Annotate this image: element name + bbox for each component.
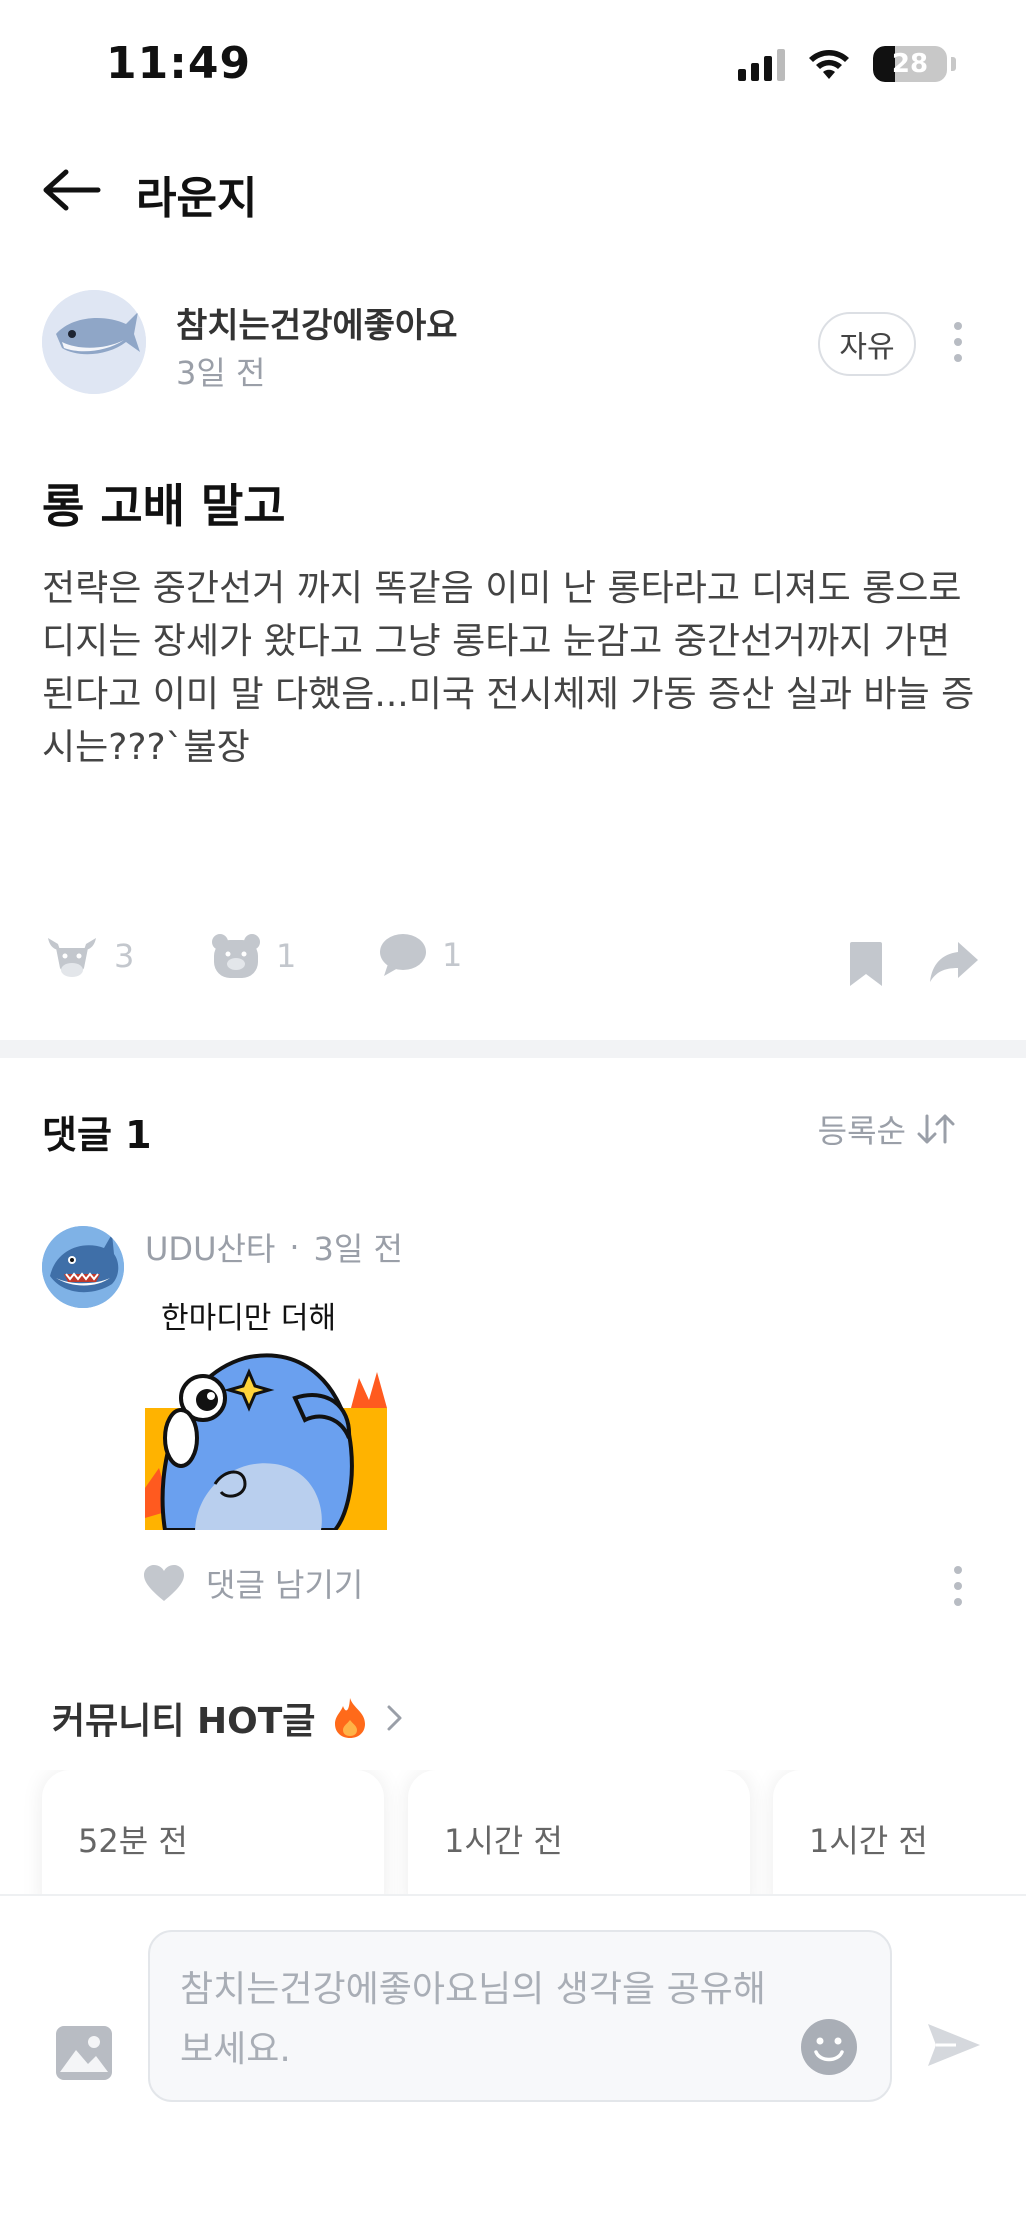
- bookmark-icon[interactable]: [848, 940, 884, 988]
- tuna-avatar-icon: [42, 290, 146, 394]
- bear-count: 1: [276, 937, 297, 975]
- chevron-right-icon: [387, 1705, 402, 1731]
- hot-posts-title: 커뮤니티 HOT글: [52, 1701, 316, 1742]
- bull-icon: [48, 938, 96, 977]
- hot-posts-header[interactable]: 커뮤니티 HOT글: [52, 1692, 405, 1744]
- sort-button[interactable]: 등록순: [818, 1106, 956, 1152]
- top-nav: 라운지: [0, 150, 1026, 230]
- send-icon[interactable]: [926, 2020, 982, 2070]
- comments-header: 댓글 1 등록순: [0, 1100, 1026, 1160]
- emoji-icon[interactable]: [800, 2018, 858, 2076]
- sort-label: 등록순: [817, 1112, 906, 1150]
- bear-icon: [212, 934, 260, 978]
- comment-count: 1: [442, 936, 463, 974]
- commenter-avatar[interactable]: [42, 1226, 124, 1308]
- sort-arrows-icon: [917, 1114, 955, 1144]
- comment-more-options-icon[interactable]: [954, 1566, 964, 1606]
- category-tag[interactable]: 자유: [818, 312, 916, 376]
- battery-level: 28: [891, 49, 929, 79]
- comment-time: 3일 전: [313, 1230, 403, 1268]
- author-avatar[interactable]: [42, 290, 146, 394]
- share-icon[interactable]: [928, 940, 980, 984]
- fire-icon: [335, 1698, 366, 1738]
- author-name[interactable]: 참치는건강에좋아요: [176, 298, 458, 347]
- arrow-left-icon[interactable]: [42, 168, 102, 212]
- comment-input-placeholder: 참치는건강에좋아요님의 생각을 공유해 보세요.: [180, 1969, 766, 2070]
- signal-icon: [738, 47, 785, 81]
- commenter-name[interactable]: UDU산타: [145, 1224, 275, 1270]
- meta-separator: ·: [289, 1228, 300, 1266]
- image-attach-icon[interactable]: [54, 2024, 114, 2082]
- comment-meta: UDU산타 · 3일 전: [145, 1224, 403, 1270]
- status-time: 11:49: [106, 38, 252, 89]
- status-bar: 11:49 28: [0, 0, 1026, 130]
- fish-sticker: 한마디만 더해: [145, 1288, 387, 1532]
- section-divider: [0, 1040, 1026, 1058]
- reply-button[interactable]: 댓글 남기기: [206, 1560, 363, 1606]
- hot-post-time: 1시간 전: [809, 1822, 928, 1860]
- post-author-row: 참치는건강에좋아요 3일 전 자유: [0, 290, 1026, 400]
- sticker-caption: 한마디만 더해: [161, 1301, 336, 1336]
- hot-post-card[interactable]: 1시간 전: [408, 1770, 750, 1896]
- post-body: 전략은 중간선거 까지 똑같음 이미 난 롱타라고 디져도 롱으로 디지는 장세…: [42, 568, 975, 768]
- battery-icon: 28: [873, 46, 947, 82]
- post-time: 3일 전: [176, 354, 266, 392]
- comments-title: 댓글 1: [42, 1113, 152, 1157]
- bull-reaction-button[interactable]: 3: [44, 932, 134, 980]
- comment-item: UDU산타 · 3일 전 한마디만 더해 댓글 남기기: [0, 1220, 1026, 1620]
- post-title: 롱 고배 말고: [42, 479, 286, 533]
- shark-avatar-icon: [42, 1226, 124, 1308]
- wifi-icon: [809, 50, 849, 79]
- comment-count-button[interactable]: 1: [378, 932, 462, 978]
- hot-post-time: 52분 전: [78, 1822, 188, 1860]
- bull-count: 3: [114, 937, 135, 975]
- reaction-bar: 3 1 1: [0, 932, 1026, 1002]
- comment-actions: 댓글 남기기: [142, 1560, 363, 1606]
- hot-post-time: 1시간 전: [444, 1822, 563, 1860]
- hot-post-card[interactable]: 52분 전: [42, 1770, 384, 1896]
- hot-post-card[interactable]: 1시간 전: [773, 1770, 1026, 1896]
- page-title: 라운지: [136, 173, 258, 224]
- more-options-icon[interactable]: [954, 322, 964, 362]
- comment-composer: 참치는건강에좋아요님의 생각을 공유해 보세요.: [0, 1894, 1026, 2221]
- status-icons: 28: [738, 46, 956, 82]
- heart-icon[interactable]: [142, 1563, 186, 1603]
- bear-reaction-button[interactable]: 1: [210, 932, 296, 980]
- speech-bubble-icon: [380, 934, 426, 976]
- comment-input[interactable]: 참치는건강에좋아요님의 생각을 공유해 보세요.: [148, 1930, 892, 2102]
- hot-posts-carousel[interactable]: 52분 전 1시간 전 1시간 전: [0, 1770, 1026, 1896]
